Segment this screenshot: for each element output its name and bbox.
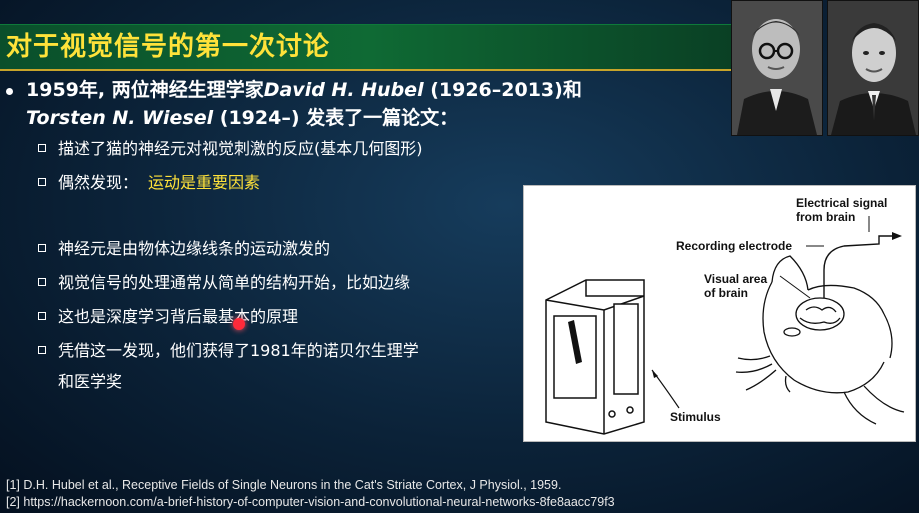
sub-bullet-5-text: 这也是深度学习背后最基本的原理	[58, 307, 299, 326]
hubel-name: David H. Hubel	[263, 79, 424, 101]
electrical-signal-label: Electrical signal from brain	[796, 196, 887, 224]
hubel-portrait-image	[732, 1, 822, 135]
square-bullet-icon	[38, 144, 46, 152]
sub-bullet-4-text: 视觉信号的处理通常从简单的结构开始，比如边缘	[58, 273, 411, 292]
wiesel-photo	[827, 0, 919, 136]
sub-bullet-1-text: 描述了猫的神经元对视觉刺激的反应(基本几何图形)	[58, 139, 423, 158]
main-bullet: 1959年, 两位神经生理学家David H. Hubel (1926–2013…	[6, 76, 696, 132]
electrode-wire	[823, 235, 892, 298]
wiesel-portrait-image	[828, 1, 918, 135]
laser-pointer-dot	[233, 318, 245, 330]
hubel-photo	[731, 0, 823, 136]
square-bullet-icon	[38, 278, 46, 286]
wiesel-name: Torsten N. Wiesel	[26, 107, 214, 129]
bullet-dot	[6, 88, 13, 95]
square-bullet-icon	[38, 178, 46, 186]
sub-bullet-6-line2: 和医学奖	[58, 372, 123, 391]
square-bullet-icon	[38, 346, 46, 354]
sub-bullet-2-highlight: 运动是重要因素	[148, 173, 261, 192]
sub-bullet-2: 偶然发现： 运动是重要因素	[38, 171, 260, 195]
sub-bullet-3-text: 神经元是由物体边缘线条的运动激发的	[58, 239, 331, 258]
experiment-diagram	[545, 216, 905, 435]
stimulus-screen-drawing	[545, 279, 645, 435]
reference-1: [1] D.H. Hubel et al., Receptive Fields …	[6, 478, 562, 492]
stimulus-label: Stimulus	[670, 410, 721, 424]
title-underline	[0, 69, 740, 71]
sub-bullet-5: 这也是深度学习背后最基本的原理	[38, 305, 298, 329]
visual-area-line2: of brain	[704, 286, 748, 300]
visual-area-line1: Visual area	[704, 272, 768, 286]
main-bullet-part2: (1926–2013)和	[423, 79, 582, 101]
sub-bullet-1: 描述了猫的神经元对视觉刺激的反应(基本几何图形)	[38, 137, 423, 161]
main-bullet-part3: (1924–) 发表了一篇论文：	[213, 107, 459, 129]
sub-bullet-3: 神经元是由物体边缘线条的运动激发的	[38, 237, 330, 261]
signal-arrow-icon	[892, 232, 902, 240]
sub-bullet-2-prefix: 偶然发现：	[58, 173, 139, 192]
main-bullet-part1: 1959年, 两位神经生理学家	[26, 79, 264, 101]
visual-area-label: Visual area of brain	[704, 272, 767, 300]
sub-bullet-6-continued: 和医学奖	[58, 370, 122, 394]
experiment-figure: Electrical signal from brain Recording e…	[523, 185, 916, 442]
electrical-signal-line2: from brain	[796, 210, 856, 224]
electrical-signal-line1: Electrical signal	[796, 196, 888, 210]
recording-electrode-label: Recording electrode	[676, 239, 793, 253]
reference-2: [2] https://hackernoon.com/a-brief-histo…	[6, 495, 615, 509]
slide-title: 对于视觉信号的第一次讨论	[6, 32, 331, 62]
sub-bullet-6: 凭借这一发现，他们获得了1981年的诺贝尔生理学	[38, 339, 419, 363]
square-bullet-icon	[38, 312, 46, 320]
main-bullet-text: 1959年, 两位神经生理学家David H. Hubel (1926–2013…	[6, 76, 696, 132]
square-bullet-icon	[38, 244, 46, 252]
sub-bullet-6-line1: 凭借这一发现，他们获得了1981年的诺贝尔生理学	[58, 341, 419, 360]
sub-bullet-4: 视觉信号的处理通常从简单的结构开始，比如边缘	[38, 271, 410, 295]
slide: 对于视觉信号的第一次讨论 1959年, 两位神经生理学家David H. Hub…	[0, 0, 919, 513]
